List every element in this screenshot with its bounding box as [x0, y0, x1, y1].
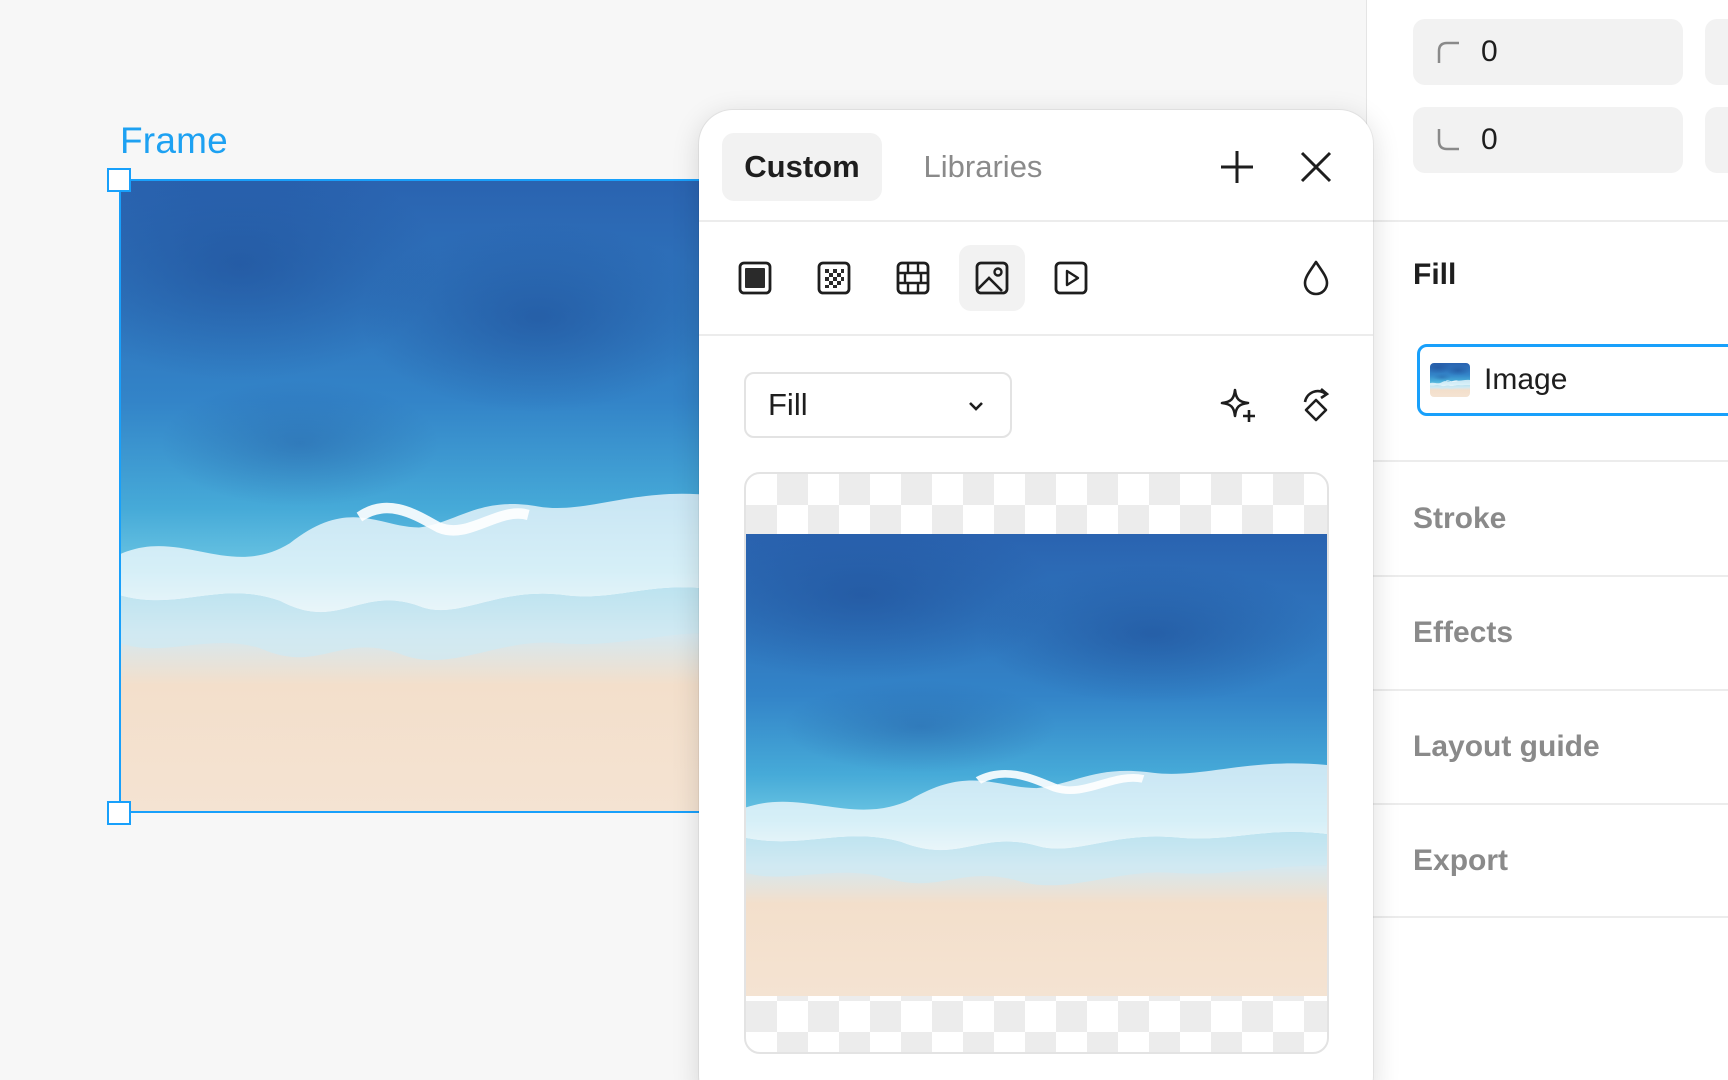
sparkle-icon — [1220, 388, 1255, 422]
preview-image — [746, 534, 1327, 996]
tab-libraries[interactable]: Libraries — [893, 133, 1073, 201]
paint-type-video-button[interactable] — [1038, 245, 1104, 311]
resize-handle-bottom-left[interactable] — [107, 801, 131, 825]
divider — [1367, 916, 1728, 918]
corner-radius-bottom-right[interactable] — [1705, 107, 1728, 173]
divider — [1367, 803, 1728, 805]
image-preview[interactable] — [744, 472, 1329, 1054]
layout-guide-section-title[interactable]: Layout guide — [1413, 730, 1600, 764]
divider — [699, 220, 1373, 222]
corner-radius-icon — [1437, 41, 1459, 63]
drop-icon — [1303, 260, 1329, 296]
image-mode-value: Fill — [768, 387, 808, 422]
rotate-image-button[interactable] — [1283, 372, 1349, 438]
fill-section-title: Fill — [1413, 258, 1457, 291]
ai-adjust-button[interactable] — [1205, 372, 1271, 438]
divider — [699, 334, 1373, 336]
frame[interactable] — [119, 179, 719, 813]
corner-radius-value: 0 — [1481, 123, 1498, 156]
pattern-paint-icon — [896, 261, 930, 295]
divider — [1367, 575, 1728, 577]
paint-type-gradient-button[interactable] — [801, 245, 867, 311]
fill-image-thumbnail[interactable] — [1430, 363, 1470, 397]
fill-image-row[interactable]: Image — [1417, 344, 1728, 416]
fill-type-label: Image — [1484, 363, 1568, 396]
corner-radius-top-left[interactable]: 0 — [1413, 19, 1683, 85]
add-style-button[interactable] — [1204, 134, 1270, 200]
corner-radius-bottom-left[interactable]: 0 — [1413, 107, 1683, 173]
image-mode-select[interactable]: Fill — [744, 372, 1012, 438]
frame-label[interactable]: Frame — [120, 120, 228, 162]
fill-picker-popup: Custom Libraries Fill — [699, 110, 1373, 1080]
close-button[interactable] — [1283, 134, 1349, 200]
chevron-down-icon — [969, 402, 983, 411]
divider — [1367, 220, 1728, 222]
corner-radius-value: 0 — [1481, 35, 1498, 68]
corner-radius-top-right[interactable] — [1705, 19, 1728, 85]
stroke-section-title[interactable]: Stroke — [1413, 502, 1506, 536]
effects-section-title[interactable]: Effects — [1413, 616, 1513, 650]
resize-handle-top-left[interactable] — [107, 168, 131, 192]
frame-image-fill — [121, 181, 717, 811]
properties-panel: 0 0 Fill Image Stroke Effects Layout gui… — [1366, 0, 1728, 1080]
corner-radius-icon — [1437, 129, 1459, 151]
plus-icon — [1221, 151, 1253, 183]
divider — [1367, 460, 1728, 462]
video-paint-icon — [1054, 261, 1088, 295]
gradient-paint-icon — [817, 261, 851, 295]
paint-type-solid-button[interactable] — [722, 245, 788, 311]
blend-mode-button[interactable] — [1283, 245, 1349, 311]
rotate-icon — [1303, 388, 1330, 422]
tab-custom[interactable]: Custom — [722, 133, 882, 201]
export-section-title[interactable]: Export — [1413, 844, 1508, 878]
image-paint-icon — [975, 261, 1009, 295]
solid-paint-icon — [738, 261, 772, 295]
close-icon — [1300, 151, 1332, 183]
divider — [1367, 689, 1728, 691]
paint-type-image-button[interactable] — [959, 245, 1025, 311]
paint-type-pattern-button[interactable] — [880, 245, 946, 311]
